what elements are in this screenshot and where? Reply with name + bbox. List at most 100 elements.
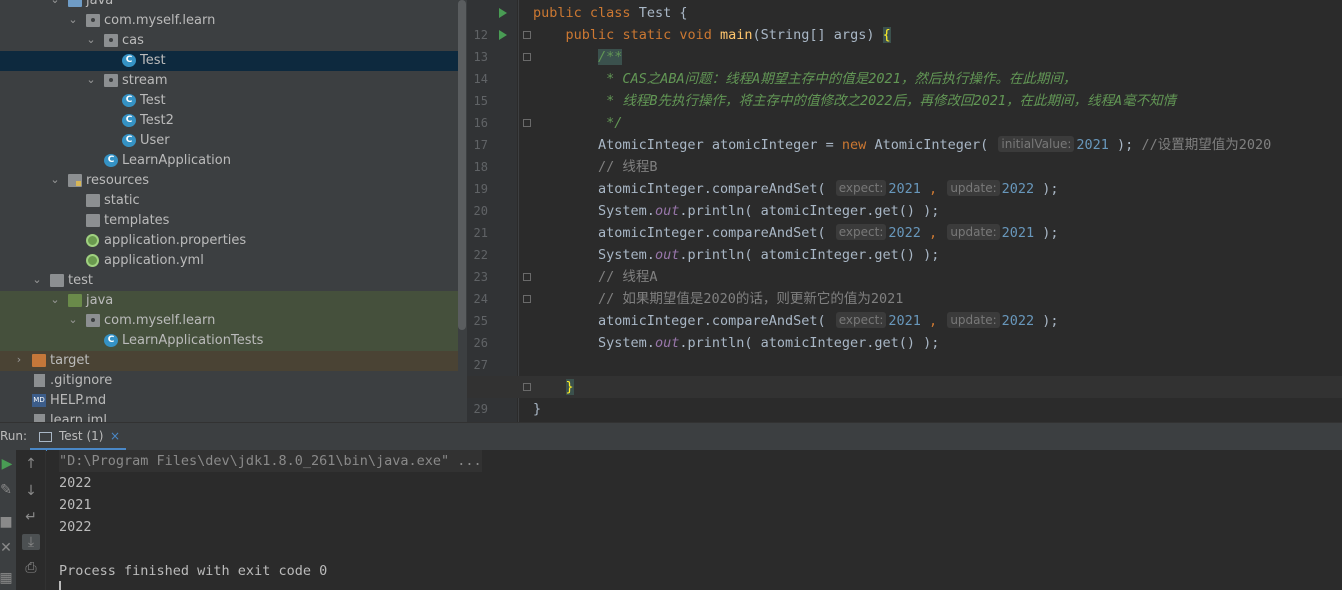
code-text[interactable]: // 线程B [533,156,658,178]
code-text[interactable]: atomicInteger.compareAndSet( expect: 2022… [533,222,1059,244]
code-text[interactable]: System.out.println( atomicInteger.get() … [533,200,939,222]
code-text[interactable]: // 如果期望值是2020的话，则更新它的值为2021 [533,288,903,310]
code-line[interactable]: 22 atomicInteger.compareAndSet( expect: 2… [467,222,1342,262]
tree-item-file[interactable]: learn.iml [0,411,458,422]
tree-item-class[interactable]: C Test2 [0,111,458,131]
code-text[interactable]: // 线程A [533,266,658,288]
tree-item-class[interactable]: C User [0,131,458,151]
tree-item-class[interactable]: C LearnApplicationTests [0,331,458,351]
chevron-down-icon[interactable]: ⌄ [85,74,97,86]
chevron-down-icon[interactable]: ⌄ [85,34,97,46]
tree-item-class-selected[interactable]: C Test [0,51,458,71]
code-text[interactable]: atomicInteger.compareAndSet( expect: 2021… [533,310,1059,332]
close-console-icon[interactable]: ✕ [0,540,15,556]
tree-item-java[interactable]: ⌄ java [0,0,458,11]
code-line[interactable]: 28 [467,354,1342,394]
chevron-right-icon[interactable]: › [13,354,25,366]
tree-scrollbar[interactable] [458,0,466,330]
fold-icon[interactable] [523,383,531,391]
fold-icon[interactable] [523,53,531,61]
code-line[interactable]: 25 // 如果期望值是2020的话，则更新它的值为2021 [467,288,1342,328]
code-text[interactable]: * CAS之ABA问题：线程A期望主存中的值是2021，然后执行操作。在此期间， [533,68,1076,90]
code-line[interactable]: 12 public class Test { [467,2,1342,42]
code-line[interactable]: 18 AtomicInteger atomicInteger = new Ato… [467,134,1342,174]
tree-item-test[interactable]: ⌄ test [0,271,458,291]
console-output[interactable]: "D:\Program Files\dev\jdk1.8.0_261\bin\j… [47,450,1342,590]
scroll-to-end-icon[interactable]: ⤓ [22,534,40,550]
code-line-current[interactable]: 29 } [467,376,1342,416]
tree-item-target[interactable]: › target [0,351,458,371]
tree-item-class[interactable]: C Test [0,91,458,111]
close-icon[interactable]: × [110,429,120,443]
parameter-hint: expect: [835,312,887,328]
code-line[interactable]: 17 */ [467,112,1342,152]
tree-item-class[interactable]: C LearnApplication [0,151,458,171]
project-tree[interactable]: ⌄ java ⌄ com.myself.learn ⌄ cas C Test ⌄… [0,0,467,422]
tree-item-folder[interactable]: static [0,191,458,211]
tree-item-label: application.yml [104,253,204,268]
tree-item-config[interactable]: application.properties [0,231,458,251]
tree-item-package[interactable]: ⌄ stream [0,71,458,91]
code-line[interactable]: 13 public static void main(String[] args… [467,24,1342,64]
code-text[interactable]: atomicInteger.compareAndSet( expect: 2021… [533,178,1059,200]
code-text[interactable]: } [533,376,574,398]
code-line[interactable]: 14 /** [467,46,1342,86]
tree-item-resources[interactable]: ⌄ resources [0,171,458,191]
print-icon[interactable]: ⎙ [22,560,40,576]
tree-item-package[interactable]: ⌄ com.myself.learn [0,11,458,31]
tree-item-package[interactable]: ⌄ cas [0,31,458,51]
code-text[interactable]: /** [533,46,623,68]
code-line[interactable]: 30 } [467,398,1342,420]
tab-label: Test (1) [59,429,104,443]
chevron-down-icon[interactable]: ⌄ [31,274,43,286]
console-line: 2021 [59,497,92,513]
code-text[interactable]: public static void main(String[] args) { [533,24,891,46]
chevron-down-icon[interactable]: ⌄ [49,294,61,306]
parameter-hint: initialValue: [998,136,1075,152]
arrow-up-icon[interactable]: ↑ [22,456,40,472]
code-line[interactable]: 27 System.out.println( atomicInteger.get… [467,332,1342,372]
code-line[interactable]: 16 * 线程B先执行操作，将主存中的值修改之2022后，再修改回2021，在此… [467,90,1342,130]
rerun-icon[interactable]: ▶ [0,456,16,472]
tree-item-file[interactable]: MD HELP.md [0,391,458,411]
code-line[interactable]: 19 // 线程B [467,156,1342,196]
wrench-icon[interactable]: ✎ [0,482,15,498]
tree-item-label: Test [140,53,166,68]
code-line[interactable]: 20 atomicInteger.compareAndSet( expect: 2… [467,178,1342,218]
fold-icon[interactable] [523,119,531,127]
code-text[interactable]: AtomicInteger atomicInteger = new Atomic… [533,134,1271,156]
code-line[interactable]: 26 atomicInteger.compareAndSet( expect: 2… [467,310,1342,350]
chevron-down-icon[interactable]: ⌄ [67,314,79,326]
fold-icon[interactable] [523,273,531,281]
class-icon: C [122,94,136,107]
fold-icon[interactable] [523,295,531,303]
code-text[interactable]: */ [533,112,622,134]
code-editor[interactable]: 12 public class Test { 13 public static … [467,0,1342,422]
soft-wrap-icon[interactable]: ↵ [22,509,40,525]
code-text[interactable]: System.out.println( atomicInteger.get() … [533,332,939,354]
run-icon[interactable] [499,8,507,18]
code-line[interactable]: 23 System.out.println( atomicInteger.get… [467,244,1342,284]
fold-icon[interactable] [523,31,531,39]
tree-item-folder[interactable]: templates [0,211,458,231]
spring-class-icon: C [104,154,118,167]
tab-run-test[interactable]: Test (1) × [30,423,126,451]
chevron-down-icon[interactable]: ⌄ [67,14,79,26]
code-text[interactable]: * 线程B先执行操作，将主存中的值修改之2022后，再修改回2021，在此期间，… [533,90,1176,112]
code-text[interactable]: public class Test { [533,2,687,24]
layout-icon[interactable]: ▦ [0,570,15,586]
chevron-down-icon[interactable]: ⌄ [49,174,61,186]
code-line[interactable]: 24 // 线程A [467,266,1342,306]
code-line[interactable]: 21 System.out.println( atomicInteger.get… [467,200,1342,240]
tree-item-file[interactable]: .gitignore [0,371,458,391]
tree-item-package[interactable]: ⌄ com.myself.learn [0,311,458,331]
tree-item-test-java[interactable]: ⌄ java [0,291,458,311]
tree-item-config[interactable]: application.yml [0,251,458,271]
code-text[interactable]: } [533,398,541,420]
arrow-down-icon[interactable]: ↓ [22,483,40,499]
chevron-down-icon[interactable]: ⌄ [49,0,61,6]
run-icon[interactable] [499,30,507,40]
stop-icon[interactable]: ■ [0,514,15,530]
code-text[interactable]: System.out.println( atomicInteger.get() … [533,244,939,266]
code-line[interactable]: 15 * CAS之ABA问题：线程A期望主存中的值是2021，然后执行操作。在此… [467,68,1342,108]
